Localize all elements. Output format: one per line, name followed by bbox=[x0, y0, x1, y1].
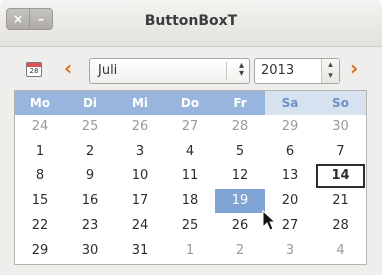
day-cell[interactable]: 26 bbox=[215, 214, 265, 238]
weekday-header: Mo Di Mi Do Fr Sa So bbox=[15, 91, 366, 115]
weekday-sa: Sa bbox=[265, 91, 315, 115]
day-cell[interactable]: 2 bbox=[65, 140, 115, 164]
weekday-di: Di bbox=[82, 96, 98, 110]
day-cell[interactable]: 10 bbox=[115, 164, 165, 188]
title-bar: × – ButtonBoxT bbox=[0, 0, 382, 47]
year-decrement-button[interactable]: ▾ bbox=[322, 71, 339, 81]
day-cell[interactable]: 26 bbox=[115, 115, 165, 139]
combo-separator bbox=[226, 62, 227, 80]
weekday-mi: Mi bbox=[131, 96, 149, 110]
day-cell[interactable]: 5 bbox=[215, 140, 265, 164]
day-cell[interactable]: 11 bbox=[165, 164, 215, 188]
day-cell[interactable]: 2 bbox=[215, 239, 265, 263]
day-cell-selected[interactable]: 19 bbox=[215, 189, 265, 214]
next-month-button[interactable]: › bbox=[350, 58, 358, 78]
day-cell[interactable]: 25 bbox=[65, 115, 115, 139]
day-cell[interactable]: 8 bbox=[15, 164, 65, 188]
year-spin-buttons: ▴ ▾ bbox=[321, 59, 339, 83]
day-cell[interactable]: 24 bbox=[15, 115, 65, 139]
day-cell[interactable]: 28 bbox=[315, 214, 366, 238]
year-increment-button[interactable]: ▴ bbox=[322, 60, 339, 70]
day-cell[interactable]: 17 bbox=[115, 189, 165, 213]
day-cell[interactable]: 1 bbox=[15, 140, 65, 164]
day-cell[interactable]: 15 bbox=[15, 189, 65, 213]
day-cell[interactable]: 6 bbox=[265, 140, 315, 164]
weekday-fr: Fr bbox=[233, 96, 247, 110]
calendar-grid: Mo Di Mi Do Fr Sa So 24 25 26 27 28 29 30 1 2 3 4 5… bbox=[14, 90, 367, 265]
day-cell[interactable]: 7 bbox=[315, 140, 366, 164]
day-cell[interactable]: 31 bbox=[115, 239, 165, 263]
year-spinbox[interactable]: 2013 ▴ ▾ bbox=[254, 58, 340, 84]
day-cell[interactable]: 28 bbox=[215, 115, 265, 139]
window-title: ButtonBoxT bbox=[144, 13, 238, 29]
day-cell[interactable]: 13 bbox=[265, 164, 315, 188]
day-cells: 24 25 26 27 28 29 30 1 2 3 4 5 6 7 8 9 10 11 12 13 14 15 16 17 1… bbox=[15, 115, 366, 264]
day-cell[interactable]: 29 bbox=[265, 115, 315, 139]
day-cell[interactable]: 30 bbox=[315, 115, 366, 139]
day-cell[interactable]: 9 bbox=[65, 164, 115, 188]
day-cell[interactable]: 30 bbox=[65, 239, 115, 263]
day-cell[interactable]: 23 bbox=[65, 214, 115, 238]
previous-month-button[interactable]: ‹ bbox=[64, 58, 72, 78]
month-dropdown[interactable]: Juli ▴ ▾ bbox=[89, 58, 250, 84]
day-cell[interactable]: 29 bbox=[15, 239, 65, 263]
day-cell[interactable]: 18 bbox=[165, 189, 215, 213]
day-cell-today[interactable]: 14 bbox=[316, 164, 365, 189]
weekday-do: Do bbox=[180, 96, 200, 110]
mouse-pointer-icon bbox=[262, 210, 277, 231]
day-cell[interactable]: 24 bbox=[115, 214, 165, 238]
day-cell[interactable]: 25 bbox=[165, 214, 215, 238]
day-cell[interactable]: 1 bbox=[165, 239, 215, 263]
month-value: Juli bbox=[98, 63, 118, 78]
weekday-so: So bbox=[315, 91, 366, 115]
day-cell[interactable]: 22 bbox=[15, 214, 65, 238]
day-cell[interactable]: 21 bbox=[315, 189, 366, 213]
calendar-icon-number: 28 bbox=[29, 67, 39, 75]
day-cell[interactable]: 27 bbox=[165, 115, 215, 139]
day-cell[interactable]: 4 bbox=[315, 239, 366, 263]
day-cell[interactable]: 3 bbox=[265, 239, 315, 263]
day-cell[interactable]: 3 bbox=[115, 140, 165, 164]
calendar-icon[interactable]: 28 bbox=[26, 62, 42, 77]
combo-arrows-icon: ▴ ▾ bbox=[238, 60, 244, 79]
day-cell[interactable]: 12 bbox=[215, 164, 265, 188]
day-cell[interactable]: 16 bbox=[65, 189, 115, 213]
day-cell[interactable]: 4 bbox=[165, 140, 215, 164]
weekday-mo: Mo bbox=[29, 96, 51, 110]
year-value: 2013 bbox=[261, 63, 295, 78]
app-window: × – ButtonBoxT 28 ‹ › Juli ▴ ▾ 2013 ▴ ▾ M… bbox=[0, 0, 382, 275]
